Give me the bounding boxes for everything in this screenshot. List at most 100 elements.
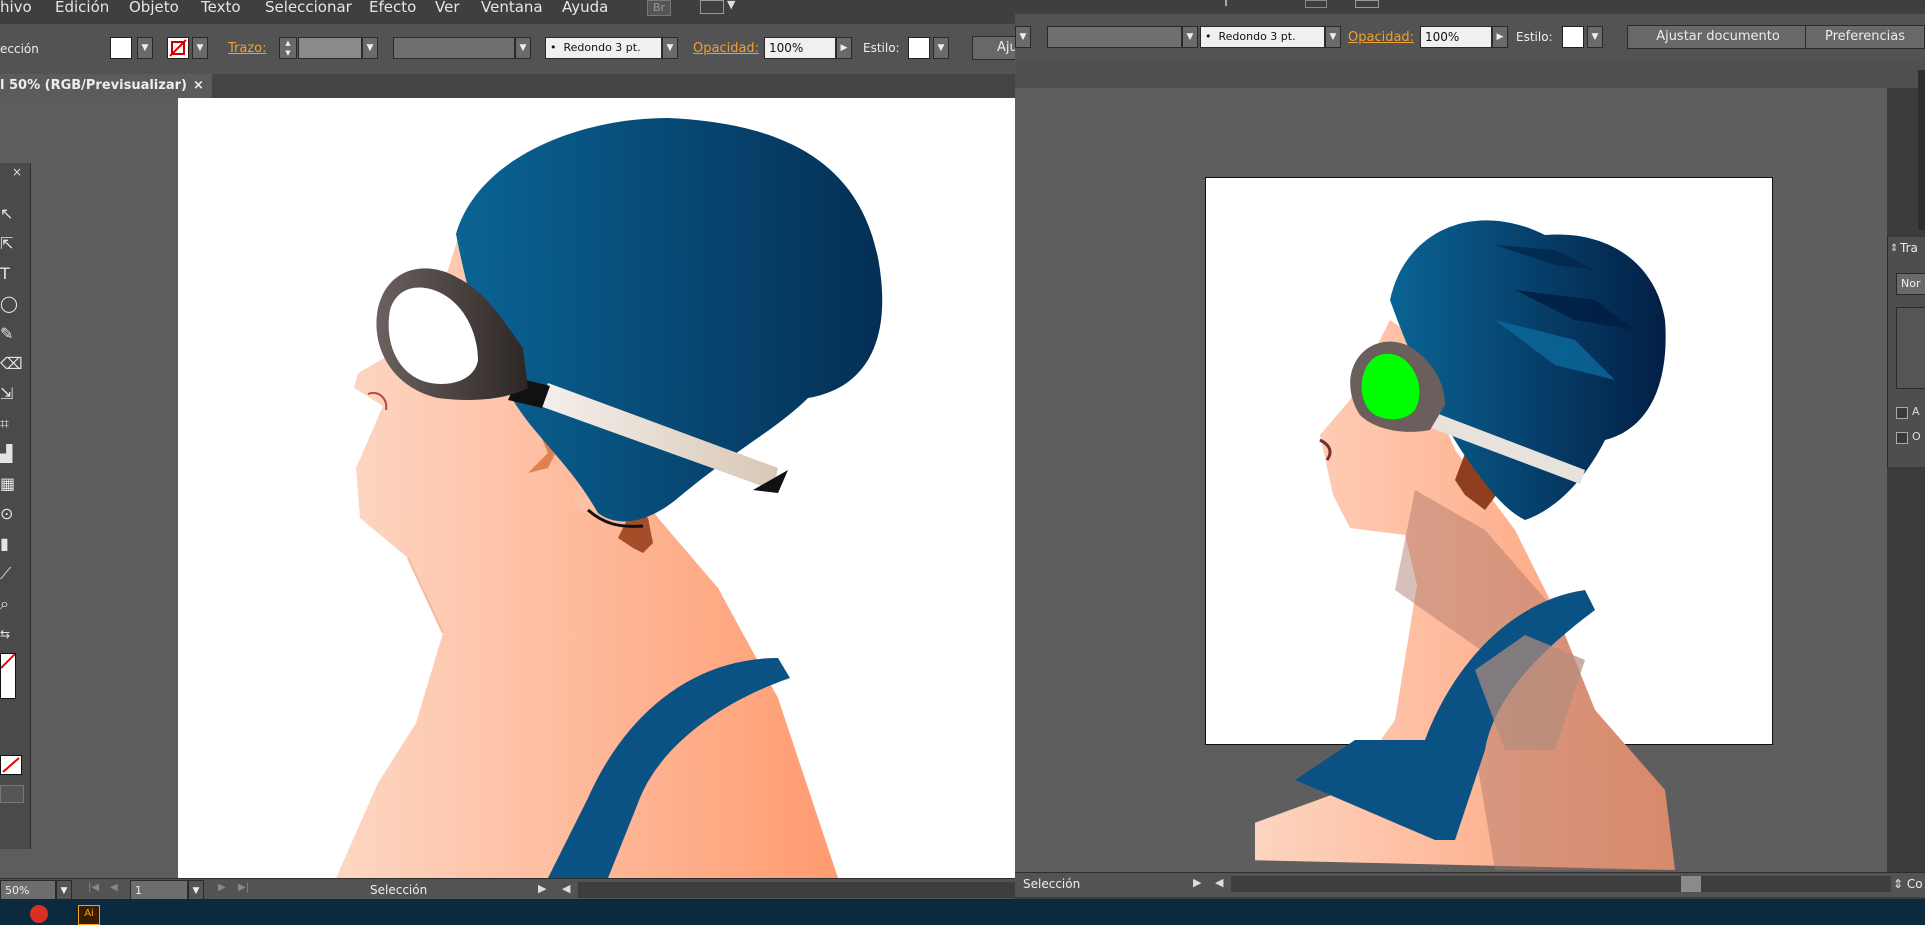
eraser-tool-icon[interactable]: ⌫ bbox=[0, 353, 23, 375]
opacity-arrow[interactable]: ▶ bbox=[836, 37, 852, 59]
zoom-tool-icon[interactable]: ⌕ bbox=[0, 593, 20, 615]
fill-swatch[interactable] bbox=[110, 37, 132, 59]
brush-select[interactable]: • Redondo 3 pt. bbox=[545, 37, 662, 59]
last-page-icon[interactable]: ▶| bbox=[238, 882, 249, 893]
opacity-input[interactable]: 100% bbox=[764, 37, 836, 59]
stroke-swatch[interactable] bbox=[167, 37, 189, 59]
panel-checkbox-a-label: A bbox=[1912, 405, 1920, 418]
menu-archivo[interactable]: hivo bbox=[0, 0, 32, 22]
menu-ver[interactable]: Ver bbox=[435, 0, 460, 22]
workspace-icon[interactable] bbox=[700, 0, 724, 14]
fill-dropdown[interactable]: ▼ bbox=[137, 37, 153, 59]
chrome-icon[interactable] bbox=[30, 905, 48, 923]
menu-edicion[interactable]: Edición bbox=[55, 0, 109, 22]
right-topbar-button-2[interactable] bbox=[1355, 0, 1379, 8]
preferences-button[interactable]: Preferencias bbox=[1805, 25, 1925, 49]
control-bar: ección ▼ ▼ Trazo: ▲ ▼ ▼ ▼ • Redondo 3 pt.… bbox=[0, 24, 1022, 75]
right-style-label: Estilo: bbox=[1516, 30, 1553, 44]
right-style-dropdown[interactable]: ▼ bbox=[1587, 26, 1603, 48]
right-profile-dropdown[interactable]: ▼ bbox=[1182, 26, 1198, 48]
free-transform-tool-icon[interactable]: ⌗ bbox=[0, 413, 20, 435]
bridge-button[interactable]: Br bbox=[647, 0, 671, 16]
panel-checkbox-a[interactable] bbox=[1896, 407, 1908, 419]
panel-header[interactable]: Tra bbox=[1900, 241, 1918, 255]
right-opacity-arrow[interactable]: ▶ bbox=[1492, 26, 1508, 48]
right-window-topbar bbox=[1015, 0, 1925, 14]
fit-document-button[interactable]: Ajustar documento bbox=[1627, 25, 1809, 49]
blend-tool-icon[interactable]: ⊙ bbox=[0, 503, 20, 525]
right-status-bar: Selección ▶ ◀ ⇕ Co bbox=[1015, 872, 1925, 897]
blend-mode-select[interactable]: Nor bbox=[1896, 273, 1925, 295]
right-left-dropdown[interactable]: ▼ bbox=[1015, 26, 1031, 48]
right-current-tool-label: Selección bbox=[1023, 877, 1081, 891]
right-vertical-strip[interactable] bbox=[1918, 70, 1925, 230]
stroke-weight-dropdown[interactable]: ▼ bbox=[362, 37, 378, 59]
right-brush-select[interactable]: • Redondo 3 pt. bbox=[1200, 26, 1325, 48]
right-topbar-button[interactable] bbox=[1305, 0, 1327, 8]
eyedropper-tool-icon[interactable]: ⟋ bbox=[0, 563, 20, 585]
right-scroll-left-icon[interactable]: ◀ bbox=[1215, 876, 1223, 889]
bottom-panel-tab-label: Co bbox=[1906, 877, 1923, 891]
right-opacity-label[interactable]: Opacidad: bbox=[1348, 30, 1414, 45]
horizontal-scrollbar[interactable] bbox=[578, 882, 1015, 898]
document-tab[interactable]: l 50% (RGB/Previsualizar) × bbox=[0, 74, 212, 98]
ellipse-tool-icon[interactable]: ◯ bbox=[0, 293, 20, 315]
right-scroll-thumb[interactable] bbox=[1681, 876, 1701, 892]
stroke-weight-stepper[interactable]: ▲ ▼ bbox=[279, 37, 297, 59]
gradient-tool-icon[interactable]: ▦ bbox=[0, 473, 20, 495]
scroll-left-icon[interactable]: ◀ bbox=[562, 882, 570, 895]
close-icon[interactable]: × bbox=[193, 74, 204, 98]
style-swatch[interactable] bbox=[908, 37, 930, 59]
swap-colors-icon[interactable]: ⇆ bbox=[0, 623, 20, 645]
screen-mode-button[interactable] bbox=[0, 785, 24, 803]
menu-objeto[interactable]: Objeto bbox=[129, 0, 179, 22]
panel-collapse-icon[interactable]: ⇕ bbox=[1890, 243, 1898, 254]
tools-close-icon[interactable]: × bbox=[12, 165, 22, 179]
chevron-down-icon[interactable]: ▼ bbox=[727, 0, 735, 11]
fill-stroke-indicator[interactable] bbox=[0, 653, 16, 699]
first-page-icon[interactable]: |◀ bbox=[88, 882, 99, 893]
pencil-tool-icon[interactable]: ✎ bbox=[0, 323, 20, 345]
status-menu-icon[interactable]: ▶ bbox=[538, 882, 546, 895]
next-page-icon[interactable]: ▶ bbox=[218, 882, 226, 893]
panel-checkbox-b[interactable] bbox=[1896, 432, 1908, 444]
direct-selection-tool-icon[interactable]: ⇱ bbox=[0, 233, 20, 255]
right-opacity-input[interactable]: 100% bbox=[1420, 26, 1492, 48]
brush-value: Redondo 3 pt. bbox=[563, 41, 641, 54]
tools-panel: × ↖ ⇱ T ◯ ✎ ⌫ ⇲ ⌗ ▟ ▦ ⊙ ▮ ⟋ ⌕ ⇆ bbox=[0, 163, 31, 849]
right-profile-select[interactable] bbox=[1047, 26, 1182, 48]
menu-ventana[interactable]: Ventana bbox=[481, 0, 543, 22]
variable-width-profile[interactable] bbox=[393, 37, 515, 59]
stroke-label[interactable]: Trazo: bbox=[228, 41, 267, 56]
opacity-label[interactable]: Opacidad: bbox=[693, 41, 759, 56]
scale-tool-icon[interactable]: ⇲ bbox=[0, 383, 20, 405]
left-artboard[interactable] bbox=[178, 98, 1015, 878]
right-horizontal-scrollbar[interactable] bbox=[1231, 876, 1891, 892]
stroke-dropdown[interactable]: ▼ bbox=[192, 37, 208, 59]
bottom-panel-tab[interactable]: ⇕ Co bbox=[1893, 877, 1923, 891]
none-color-icon bbox=[2, 757, 20, 773]
menubar: hivo Edición Objeto Texto Seleccionar Ef… bbox=[0, 0, 1015, 24]
stroke-weight-input[interactable] bbox=[298, 37, 362, 59]
prev-page-icon[interactable]: ◀ bbox=[110, 882, 118, 893]
menu-texto[interactable]: Texto bbox=[201, 0, 241, 22]
brush-dot-icon: • bbox=[550, 41, 564, 54]
none-color-button[interactable] bbox=[0, 755, 22, 775]
right-style-swatch[interactable] bbox=[1562, 26, 1584, 48]
column-graph-tool-icon[interactable]: ▮ bbox=[0, 533, 20, 555]
menu-efecto[interactable]: Efecto bbox=[369, 0, 416, 22]
profile-dropdown[interactable]: ▼ bbox=[515, 37, 531, 59]
style-dropdown[interactable]: ▼ bbox=[933, 37, 949, 59]
right-status-menu-icon[interactable]: ▶ bbox=[1193, 876, 1201, 889]
menu-ayuda[interactable]: Ayuda bbox=[562, 0, 608, 22]
right-brush-dropdown[interactable]: ▼ bbox=[1325, 26, 1341, 48]
menu-seleccionar[interactable]: Seleccionar bbox=[265, 0, 352, 22]
graph-tool-icon[interactable]: ▟ bbox=[0, 443, 20, 465]
illustrator-icon[interactable]: Ai bbox=[78, 905, 100, 925]
type-tool-icon[interactable]: T bbox=[0, 263, 20, 285]
panel-checkbox-b-label: O bbox=[1912, 430, 1921, 443]
brush-dropdown[interactable]: ▼ bbox=[662, 37, 678, 59]
selection-tool-icon[interactable]: ↖ bbox=[0, 203, 20, 225]
stroke-none-icon bbox=[169, 39, 187, 57]
style-label: Estilo: bbox=[863, 41, 900, 55]
